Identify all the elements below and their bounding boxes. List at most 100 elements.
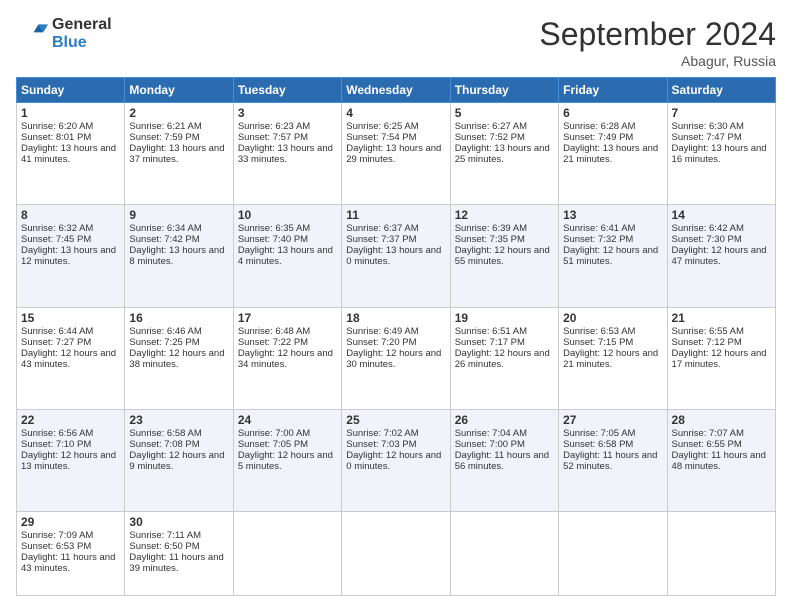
sunset: Sunset: 7:30 PM [672, 234, 742, 245]
sunset: Sunset: 6:50 PM [129, 541, 199, 552]
daylight: Daylight: 13 hours and 33 minutes. [238, 143, 333, 165]
day-cell: 21 Sunrise: 6:55 AM Sunset: 7:12 PM Dayl… [667, 307, 775, 409]
sunset: Sunset: 6:53 PM [21, 541, 91, 552]
title-block: September 2024 Abagur, Russia [539, 16, 776, 69]
daylight: Daylight: 12 hours and 55 minutes. [455, 245, 550, 267]
sunrise: Sunrise: 6:58 AM [129, 428, 201, 439]
week-row: 29 Sunrise: 7:09 AM Sunset: 6:53 PM Dayl… [17, 512, 776, 596]
sunrise: Sunrise: 6:49 AM [346, 326, 418, 337]
day-number: 27 [563, 413, 662, 427]
daylight: Daylight: 13 hours and 29 minutes. [346, 143, 441, 165]
day-cell: 22 Sunrise: 6:56 AM Sunset: 7:10 PM Dayl… [17, 409, 125, 511]
sunset: Sunset: 7:05 PM [238, 439, 308, 450]
sunrise: Sunrise: 6:32 AM [21, 223, 93, 234]
sunrise: Sunrise: 6:34 AM [129, 223, 201, 234]
sunset: Sunset: 7:20 PM [346, 337, 416, 348]
sunrise: Sunrise: 6:51 AM [455, 326, 527, 337]
daylight: Daylight: 12 hours and 43 minutes. [21, 348, 116, 370]
sunrise: Sunrise: 6:25 AM [346, 121, 418, 132]
sunrise: Sunrise: 7:04 AM [455, 428, 527, 439]
day-number: 8 [21, 208, 120, 222]
day-cell: 8 Sunrise: 6:32 AM Sunset: 7:45 PM Dayli… [17, 205, 125, 307]
day-number: 16 [129, 311, 228, 325]
col-monday: Monday [125, 78, 233, 103]
sunrise: Sunrise: 6:41 AM [563, 223, 635, 234]
day-number: 1 [21, 106, 120, 120]
sunset: Sunset: 7:47 PM [672, 132, 742, 143]
daylight: Daylight: 13 hours and 4 minutes. [238, 245, 333, 267]
day-number: 18 [346, 311, 445, 325]
sunrise: Sunrise: 6:42 AM [672, 223, 744, 234]
sunrise: Sunrise: 7:07 AM [672, 428, 744, 439]
daylight: Daylight: 11 hours and 48 minutes. [672, 450, 766, 472]
day-cell: 1 Sunrise: 6:20 AM Sunset: 8:01 PM Dayli… [17, 103, 125, 205]
daylight: Daylight: 11 hours and 52 minutes. [563, 450, 657, 472]
sunrise: Sunrise: 6:21 AM [129, 121, 201, 132]
day-number: 23 [129, 413, 228, 427]
calendar-header-row: Sunday Monday Tuesday Wednesday Thursday… [17, 78, 776, 103]
logo-icon [16, 18, 48, 50]
day-cell: 25 Sunrise: 7:02 AM Sunset: 7:03 PM Dayl… [342, 409, 450, 511]
sunrise: Sunrise: 6:44 AM [21, 326, 93, 337]
sunset: Sunset: 7:10 PM [21, 439, 91, 450]
day-number: 17 [238, 311, 337, 325]
sunrise: Sunrise: 7:02 AM [346, 428, 418, 439]
sunrise: Sunrise: 6:27 AM [455, 121, 527, 132]
sunset: Sunset: 7:42 PM [129, 234, 199, 245]
daylight: Daylight: 13 hours and 16 minutes. [672, 143, 767, 165]
logo-text: General Blue [52, 16, 112, 52]
page: General Blue September 2024 Abagur, Russ… [0, 0, 792, 612]
sunset: Sunset: 6:55 PM [672, 439, 742, 450]
day-cell: 12 Sunrise: 6:39 AM Sunset: 7:35 PM Dayl… [450, 205, 558, 307]
day-cell: 4 Sunrise: 6:25 AM Sunset: 7:54 PM Dayli… [342, 103, 450, 205]
daylight: Daylight: 12 hours and 47 minutes. [672, 245, 767, 267]
sunset: Sunset: 7:22 PM [238, 337, 308, 348]
daylight: Daylight: 12 hours and 0 minutes. [346, 450, 441, 472]
daylight: Daylight: 12 hours and 26 minutes. [455, 348, 550, 370]
daylight: Daylight: 12 hours and 5 minutes. [238, 450, 333, 472]
day-number: 5 [455, 106, 554, 120]
daylight: Daylight: 12 hours and 30 minutes. [346, 348, 441, 370]
day-number: 10 [238, 208, 337, 222]
sunset: Sunset: 8:01 PM [21, 132, 91, 143]
day-number: 7 [672, 106, 771, 120]
sunset: Sunset: 7:40 PM [238, 234, 308, 245]
sunrise: Sunrise: 7:05 AM [563, 428, 635, 439]
daylight: Daylight: 12 hours and 17 minutes. [672, 348, 767, 370]
daylight: Daylight: 13 hours and 21 minutes. [563, 143, 658, 165]
header: General Blue September 2024 Abagur, Russ… [16, 16, 776, 69]
sunrise: Sunrise: 6:37 AM [346, 223, 418, 234]
day-cell: 10 Sunrise: 6:35 AM Sunset: 7:40 PM Dayl… [233, 205, 341, 307]
day-cell: 16 Sunrise: 6:46 AM Sunset: 7:25 PM Dayl… [125, 307, 233, 409]
calendar-table: Sunday Monday Tuesday Wednesday Thursday… [16, 77, 776, 596]
day-number: 21 [672, 311, 771, 325]
day-cell: 3 Sunrise: 6:23 AM Sunset: 7:57 PM Dayli… [233, 103, 341, 205]
day-cell: 5 Sunrise: 6:27 AM Sunset: 7:52 PM Dayli… [450, 103, 558, 205]
daylight: Daylight: 13 hours and 37 minutes. [129, 143, 224, 165]
sunset: Sunset: 7:49 PM [563, 132, 633, 143]
day-number: 30 [129, 515, 228, 529]
week-row: 1 Sunrise: 6:20 AM Sunset: 8:01 PM Dayli… [17, 103, 776, 205]
day-cell: 27 Sunrise: 7:05 AM Sunset: 6:58 PM Dayl… [559, 409, 667, 511]
week-row: 15 Sunrise: 6:44 AM Sunset: 7:27 PM Dayl… [17, 307, 776, 409]
logo: General Blue [16, 16, 112, 52]
daylight: Daylight: 11 hours and 56 minutes. [455, 450, 549, 472]
sunrise: Sunrise: 7:00 AM [238, 428, 310, 439]
daylight: Daylight: 13 hours and 25 minutes. [455, 143, 550, 165]
day-cell: 28 Sunrise: 7:07 AM Sunset: 6:55 PM Dayl… [667, 409, 775, 511]
day-number: 6 [563, 106, 662, 120]
week-row: 8 Sunrise: 6:32 AM Sunset: 7:45 PM Dayli… [17, 205, 776, 307]
day-cell: 13 Sunrise: 6:41 AM Sunset: 7:32 PM Dayl… [559, 205, 667, 307]
day-cell: 9 Sunrise: 6:34 AM Sunset: 7:42 PM Dayli… [125, 205, 233, 307]
day-cell: 30 Sunrise: 7:11 AM Sunset: 6:50 PM Dayl… [125, 512, 233, 596]
sunset: Sunset: 7:27 PM [21, 337, 91, 348]
day-number: 24 [238, 413, 337, 427]
sunrise: Sunrise: 6:53 AM [563, 326, 635, 337]
sunset: Sunset: 7:32 PM [563, 234, 633, 245]
day-number: 19 [455, 311, 554, 325]
day-cell: 24 Sunrise: 7:00 AM Sunset: 7:05 PM Dayl… [233, 409, 341, 511]
sunset: Sunset: 7:35 PM [455, 234, 525, 245]
day-number: 26 [455, 413, 554, 427]
daylight: Daylight: 12 hours and 9 minutes. [129, 450, 224, 472]
daylight: Daylight: 12 hours and 21 minutes. [563, 348, 658, 370]
